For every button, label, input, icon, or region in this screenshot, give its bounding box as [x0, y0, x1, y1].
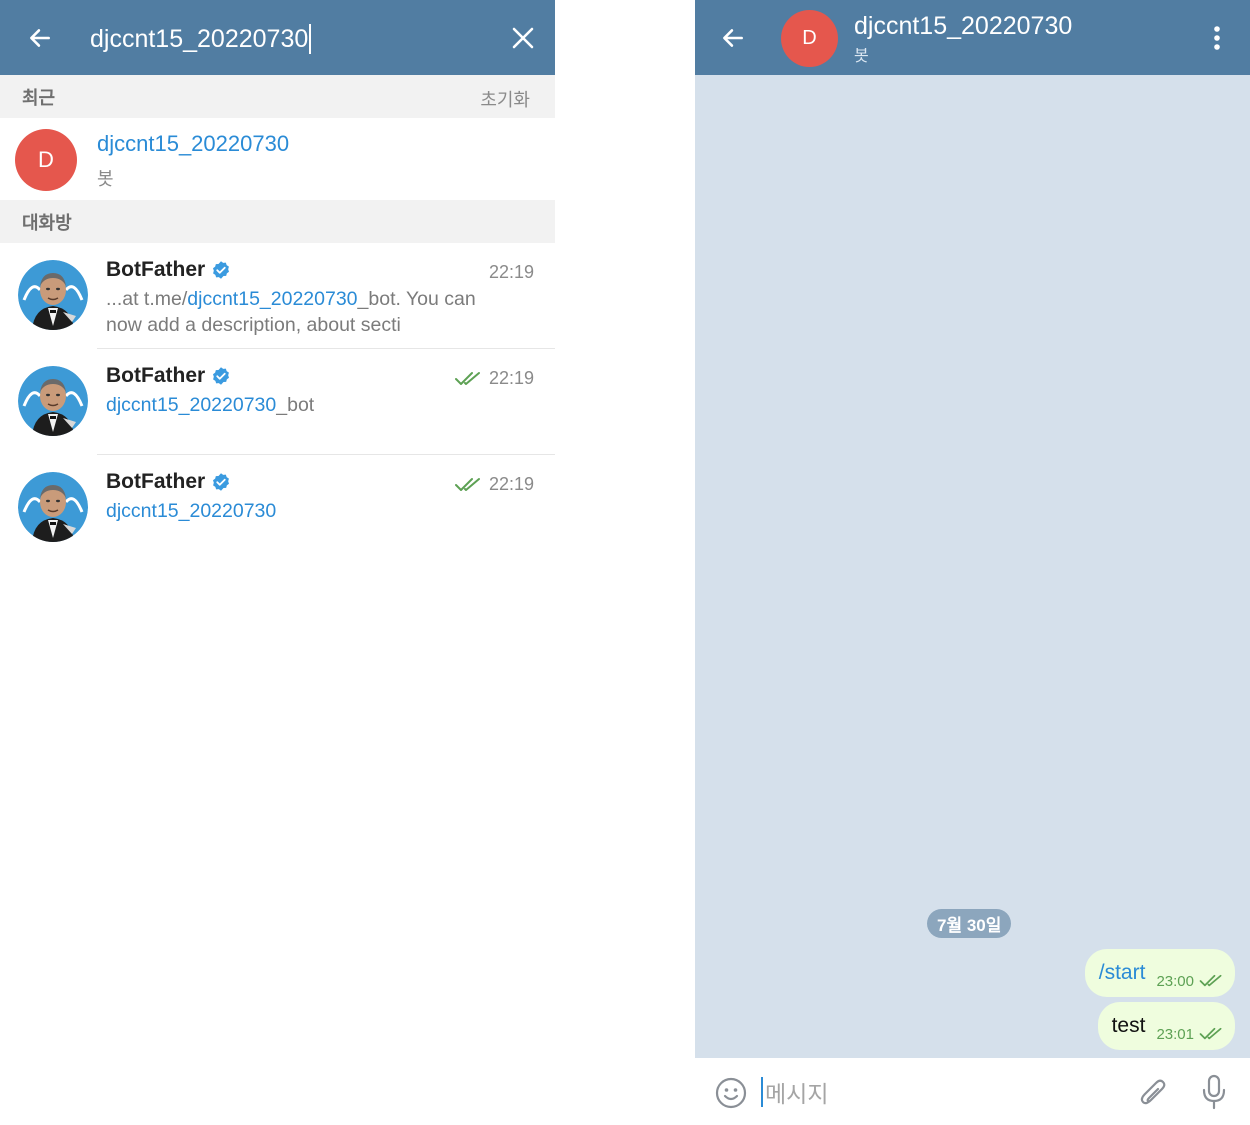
chat-row-name: BotFather	[106, 470, 231, 494]
verified-badge-icon	[213, 473, 230, 491]
message-highlight: djccnt15_20220730	[187, 288, 358, 310]
chat-row-time: 22:19	[454, 474, 534, 495]
double-check-icon	[454, 371, 480, 385]
message-input[interactable]: 메시지	[761, 1075, 828, 1109]
message-text[interactable]: /start	[1099, 961, 1146, 985]
message-text: _bot	[276, 394, 315, 416]
back-button[interactable]	[20, 18, 60, 58]
clear-search-button[interactable]	[503, 18, 543, 58]
close-icon	[512, 27, 534, 49]
chat-row-message: djccnt15_20220730_bot	[106, 392, 536, 418]
botfather-avatar	[18, 260, 88, 330]
double-check-icon	[1199, 1027, 1222, 1040]
recent-result-item[interactable]: D djccnt15_20220730 봇	[0, 119, 555, 200]
chat-row-time-label: 22:19	[488, 368, 534, 388]
botfather-avatar	[18, 472, 88, 542]
chat-row-time-label: 22:19	[488, 474, 534, 494]
chat-row-time-label: 22:19	[488, 262, 534, 282]
message-meta: 23:01	[1156, 1026, 1223, 1043]
avatar-letter: D	[38, 147, 54, 172]
emoji-icon	[715, 1077, 747, 1109]
message-placeholder: 메시지	[765, 1081, 829, 1107]
chat-row-time: 22:19	[454, 368, 534, 389]
chat-row-message: djccnt15_20220730	[106, 498, 536, 524]
message-composer: 메시지	[695, 1058, 1250, 1125]
chat-title[interactable]: djccnt15_20220730	[854, 12, 1072, 41]
message-text: now add a description, about secti	[106, 314, 401, 336]
message-time: 23:00	[1156, 972, 1194, 990]
chat-row[interactable]: BotFather 22:19 djccnt15_20220730	[0, 455, 555, 561]
more-vertical-icon	[1214, 26, 1220, 50]
chats-section-header: 대화방	[0, 200, 555, 243]
message-highlight: djccnt15_20220730	[106, 394, 277, 416]
recent-item-name: djccnt15_20220730	[97, 131, 290, 156]
chat-subtitle: 봇	[854, 48, 869, 65]
paperclip-icon	[1140, 1079, 1166, 1105]
text-caret	[309, 24, 312, 54]
recent-header-label: 최근	[22, 87, 56, 108]
botfather-avatar	[18, 366, 88, 436]
avatar-letter: D	[802, 27, 817, 49]
double-check-icon	[454, 477, 480, 491]
recent-item-subtitle: 봇	[97, 169, 114, 189]
chat-row-title: BotFather	[106, 258, 206, 281]
message-bubble-outgoing[interactable]: test 23:01	[1097, 1002, 1235, 1050]
search-input[interactable]: djccnt15_20220730	[90, 22, 470, 56]
voice-record-button[interactable]	[1198, 1073, 1230, 1111]
back-button[interactable]	[713, 18, 753, 58]
date-label: 7월 30일	[937, 916, 1002, 935]
verified-badge-icon	[213, 367, 230, 385]
chat-row[interactable]: BotFather 22:19 djccnt15_20220730_bot	[0, 349, 555, 455]
more-options-button[interactable]	[1202, 18, 1232, 58]
microphone-icon	[1202, 1074, 1226, 1110]
chat-row[interactable]: BotFather 22:19 ...at t.me/djccnt15_2022…	[0, 243, 555, 349]
message-text: _bot. You can	[357, 288, 476, 310]
search-query: djccnt15_20220730	[90, 24, 309, 53]
avatar: D	[15, 129, 77, 191]
arrow-left-icon	[30, 29, 50, 47]
message-text: test	[1111, 1014, 1146, 1037]
chat-row-name: BotFather	[106, 364, 231, 388]
text-caret	[761, 1077, 763, 1107]
message-time: 23:01	[1156, 1025, 1194, 1043]
date-separator: 7월 30일	[927, 909, 1012, 938]
chat-row-name: BotFather	[106, 258, 231, 282]
search-header: djccnt15_20220730	[0, 0, 555, 75]
arrow-left-icon	[723, 29, 743, 47]
emoji-button[interactable]	[713, 1075, 749, 1111]
message-highlight: djccnt15_20220730	[106, 500, 277, 522]
message-text: ...at t.me/	[106, 288, 188, 310]
message-bubble-outgoing[interactable]: /start 23:00	[1084, 949, 1235, 997]
message-meta: 23:00	[1156, 973, 1223, 990]
chat-row-title: BotFather	[106, 470, 206, 493]
verified-badge-icon	[213, 261, 230, 279]
chat-row-time: 22:19	[489, 262, 534, 283]
chat-panel: D djccnt15_20220730 봇 7월 30일 /start 23:0…	[695, 0, 1250, 1125]
chat-header: D djccnt15_20220730 봇	[695, 0, 1250, 75]
reset-recent-button[interactable]: 초기화	[480, 86, 530, 112]
search-panel: djccnt15_20220730 최근 초기화 D djccnt15_2022…	[0, 0, 555, 1125]
avatar[interactable]: D	[781, 10, 838, 67]
recent-section-header: 최근 초기화	[0, 75, 555, 118]
chats-header-label: 대화방	[22, 212, 72, 233]
attach-button[interactable]	[1135, 1073, 1171, 1111]
chat-row-message: ...at t.me/djccnt15_20220730_bot. You ca…	[106, 286, 536, 338]
chat-row-title: BotFather	[106, 364, 206, 387]
double-check-icon	[1199, 974, 1222, 987]
